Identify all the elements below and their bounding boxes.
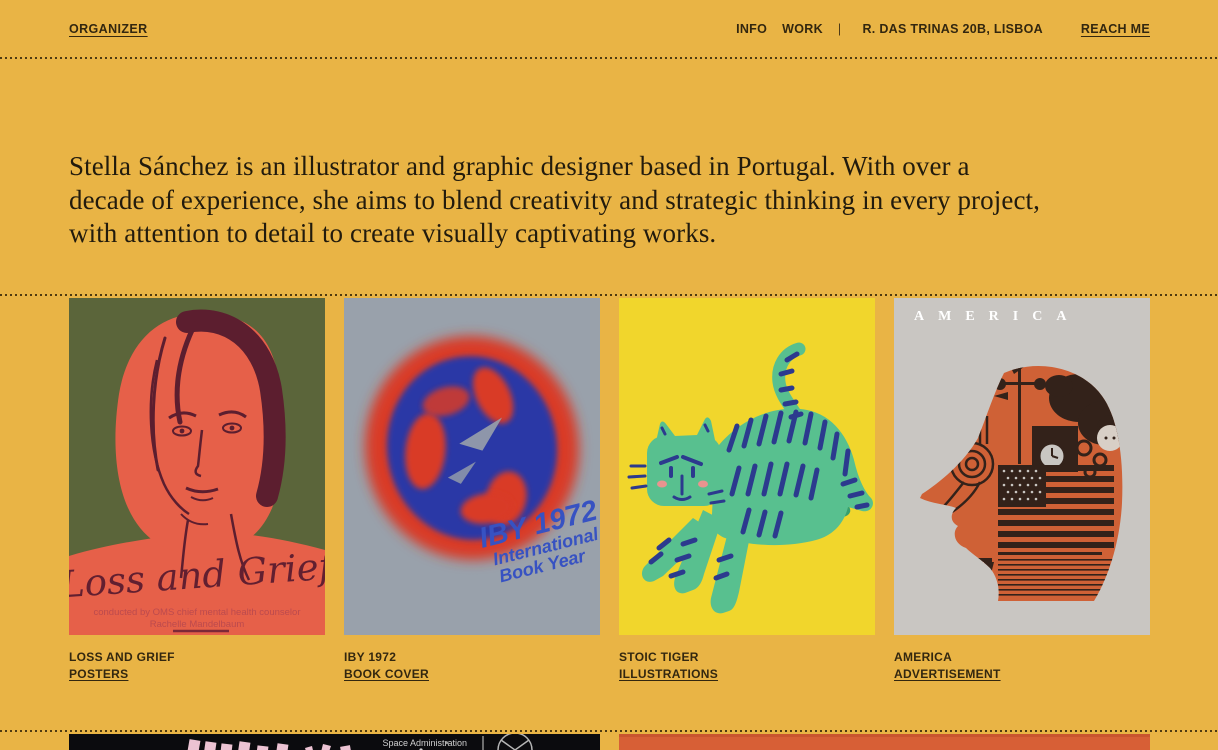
logo-link[interactable]: ORGANIZER <box>69 22 148 36</box>
project-grid-row2: Space Administration <box>69 734 1218 750</box>
space-poster-image[interactable]: Space Administration <box>69 734 600 750</box>
project-title: LOSS AND GRIEF <box>69 650 325 664</box>
poster-subtitle-1: conducted by OMS chief mental health cou… <box>93 607 300 618</box>
intro-line-2: decade of experience, she aims to blend … <box>69 184 1149 218</box>
caption-stoic-tiger: STOIC TIGER ILLUSTRATIONS <box>619 650 875 683</box>
space-administration-label: Space Administration <box>382 738 467 748</box>
dashed-divider-mid <box>0 294 1218 296</box>
intro-line-1: Stella Sánchez is an illustrator and gra… <box>69 150 1149 184</box>
nav-address: R. DAS TRINAS 20B, LISBOA <box>862 22 1042 36</box>
project-card-stoic-tiger[interactable]: STOIC TIGER ILLUSTRATIONS <box>619 298 875 683</box>
portfolio-page: ORGANIZER INFO WORK | R. DAS TRINAS 20B,… <box>0 0 1218 750</box>
dashed-divider-bottom <box>0 730 1218 732</box>
america-poster-image[interactable]: AMERICA <box>894 298 1150 635</box>
intro-paragraph: Stella Sánchez is an illustrator and gra… <box>69 150 1149 251</box>
header-nav: INFO WORK | R. DAS TRINAS 20B, LISBOA RE… <box>721 22 1150 36</box>
project-title: IBY 1972 <box>344 650 600 664</box>
project-title: AMERICA <box>894 650 1150 664</box>
project-category-link[interactable]: ADVERTISEMENT <box>894 667 1001 681</box>
caption-america: AMERICA ADVERTISEMENT <box>894 650 1150 683</box>
caption-loss-and-grief: LOSS AND GRIEF POSTERS <box>69 650 325 683</box>
caption-iby-1972: IBY 1972 BOOK COVER <box>344 650 600 683</box>
project-card-loss-and-grief[interactable]: Loss and Grief conducted by OMS chief me… <box>69 298 325 683</box>
nav-reach-me[interactable]: REACH ME <box>1081 22 1150 36</box>
dashed-divider-top <box>0 57 1218 59</box>
poster-subtitle-2: Rachelle Mandelbaum <box>150 619 245 630</box>
loss-and-grief-poster-image[interactable]: Loss and Grief conducted by OMS chief me… <box>69 298 325 635</box>
project-category-link[interactable]: POSTERS <box>69 667 128 681</box>
nav-work[interactable]: WORK <box>782 22 823 36</box>
header: ORGANIZER INFO WORK | R. DAS TRINAS 20B,… <box>0 0 1218 57</box>
nav-info[interactable]: INFO <box>736 22 767 36</box>
project-category-link[interactable]: ILLUSTRATIONS <box>619 667 718 681</box>
poster-headline: AMERICA <box>914 309 1080 324</box>
project-grid: Loss and Grief conducted by OMS chief me… <box>69 298 1218 683</box>
project-card-iby-1972[interactable]: IBY 1972 International Book Year IBY 197… <box>344 298 600 683</box>
orange-poster-image[interactable] <box>619 734 1150 750</box>
project-card-america[interactable]: AMERICA <box>894 298 1150 683</box>
project-title: STOIC TIGER <box>619 650 875 664</box>
stoic-tiger-poster-image[interactable] <box>619 298 875 635</box>
project-category-link[interactable]: BOOK COVER <box>344 667 429 681</box>
iby-1972-poster-image[interactable]: IBY 1972 International Book Year <box>344 298 600 635</box>
intro-line-3: with attention to detail to create visua… <box>69 217 1149 251</box>
nav-separator: | <box>838 22 842 36</box>
